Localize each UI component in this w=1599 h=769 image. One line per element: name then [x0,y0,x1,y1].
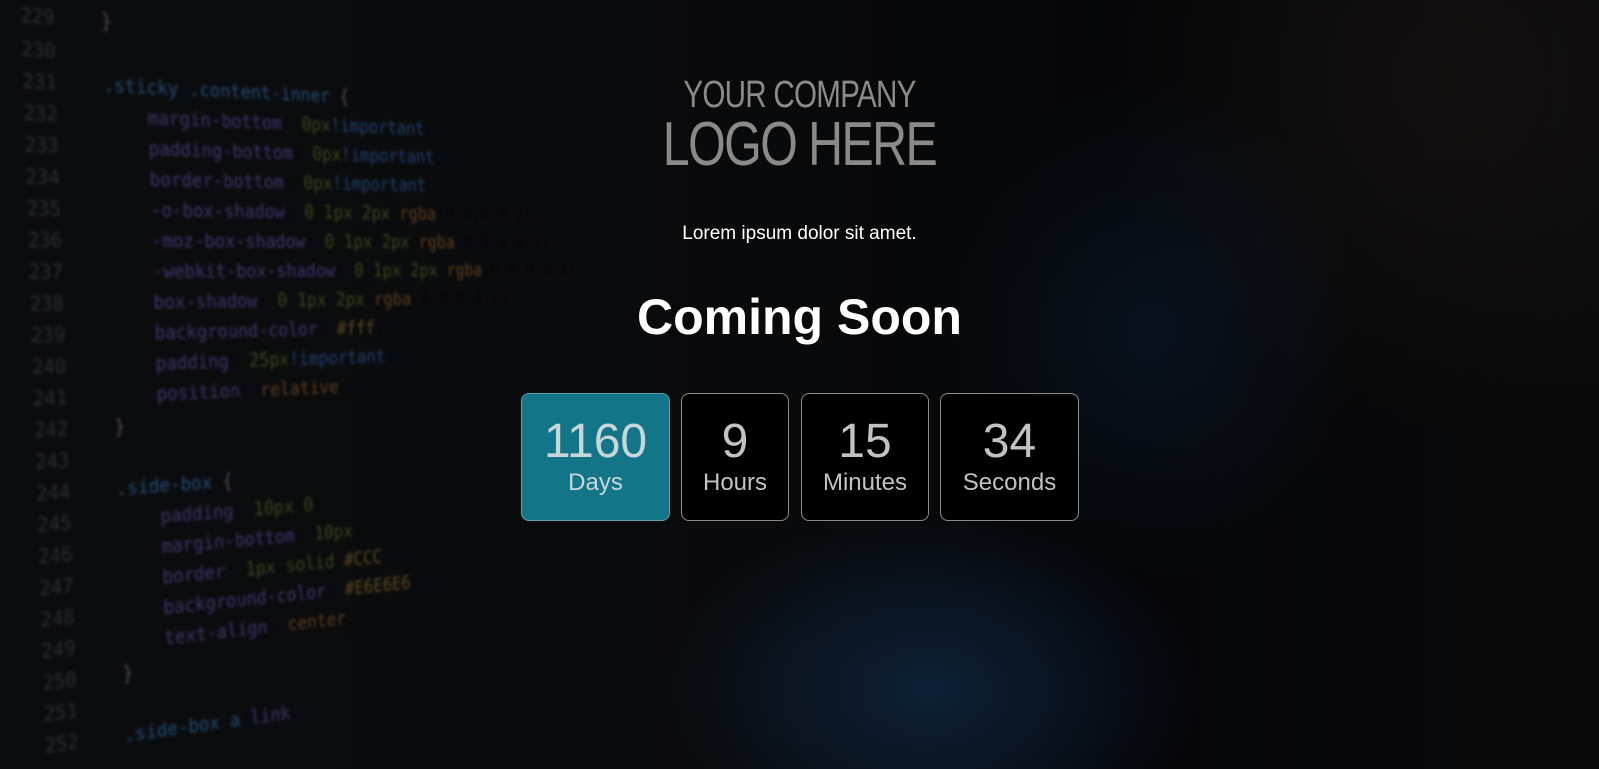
countdown-minutes: 15 Minutes [801,393,929,521]
coming-soon-page: YOUR COMPANY LOGO HERE Lorem ipsum dolor… [0,0,1599,769]
minutes-value: 15 [838,415,892,468]
days-value: 1160 [543,415,648,468]
countdown-days: 1160 Days [521,393,670,521]
seconds-value: 34 [982,415,1037,468]
days-label: Days [568,469,623,496]
hours-label: Hours [702,469,768,496]
countdown-seconds: 34 Seconds [940,393,1079,521]
minutes-label: Minutes [822,469,908,496]
logo-line-2: LOGO HERE [662,110,938,179]
page-title: Coming Soon [637,289,962,345]
hours-value: 9 [721,415,749,468]
tagline: Lorem ipsum dolor sit amet. [682,223,917,244]
company-logo: YOUR COMPANY LOGO HERE [0,74,1599,179]
countdown-hours: 9 Hours [681,393,789,521]
seconds-label: Seconds [962,469,1057,496]
